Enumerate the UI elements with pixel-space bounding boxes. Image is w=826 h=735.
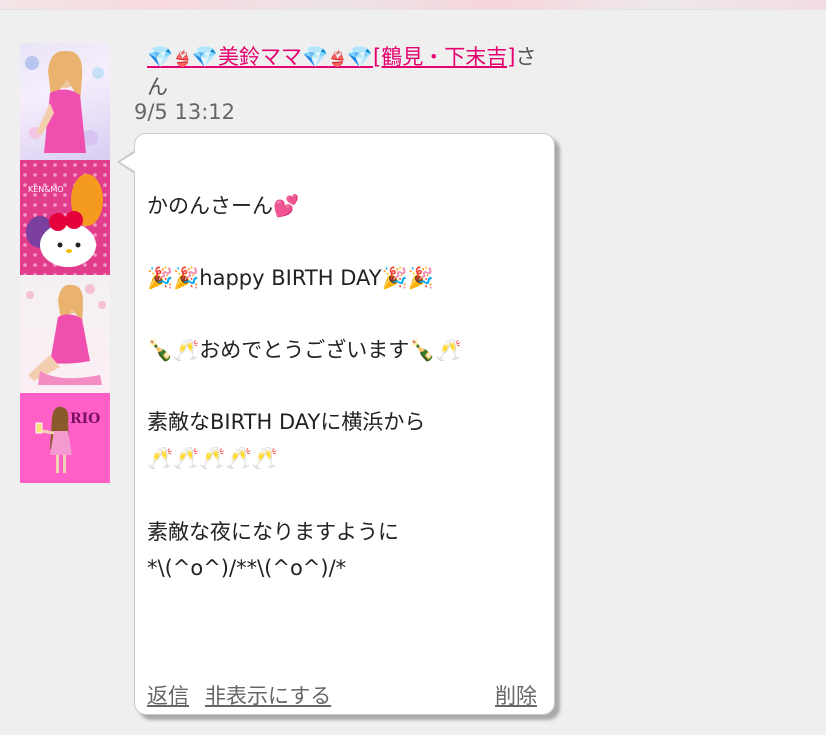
avatar[interactable]: KEN&MO RIO [20,43,110,483]
delete-link[interactable]: 削除 [495,680,537,710]
poster-name-text: 美鈴ママ [218,45,302,69]
diamond-icon: 💎 [191,45,218,69]
message-line: かのんさーん💕 [147,194,300,218]
message-line: *\(^o^)/**\(^o^)/* [147,556,347,580]
divider [0,9,826,10]
post-timestamp: 9/5 13:12 [134,100,235,124]
message-line: 🎉🎉happy BIRTH DAY🎉🎉 [147,266,434,290]
message-line: 素敵な夜になりますように [147,520,399,544]
avatar-photo-2: KEN&MO [20,160,110,275]
top-banner-image [0,0,826,9]
diamond-icon: 💎 [147,45,174,69]
bikini-icon: 👙 [173,50,192,68]
poster-name-link[interactable]: 💎👙💎美鈴ママ💎👙💎[鶴見・下末吉] [147,45,515,69]
message-body: かのんさーん💕 🎉🎉happy BIRTH DAY🎉🎉 🍾🥂おめでとうございます… [147,188,547,586]
bubble-tail-fill [120,152,136,172]
poster-location: [鶴見・下末吉] [373,45,516,69]
poster-name: 💎👙💎美鈴ママ💎👙💎[鶴見・下末吉]さん [147,43,547,101]
message-line: 素敵なBIRTH DAYに横浜から [147,410,426,434]
message-line: 🍾🥂おめでとうございます🍾🥂 [147,338,462,362]
hide-link[interactable]: 非表示にする [205,680,331,710]
diamond-icon: 💎 [346,45,373,69]
avatar-photo-4: RIO [20,393,110,483]
message-line: 🥂🥂🥂🥂🥂 [147,446,278,470]
svg-text:KEN&MO: KEN&MO [28,185,64,194]
avatar-photo-3 [20,275,110,393]
svg-text:RIO: RIO [70,411,100,427]
avatar-photo-1 [20,43,110,160]
bikini-icon: 👙 [328,50,347,68]
diamond-icon: 💎 [302,45,329,69]
reply-link[interactable]: 返信 [147,680,189,710]
